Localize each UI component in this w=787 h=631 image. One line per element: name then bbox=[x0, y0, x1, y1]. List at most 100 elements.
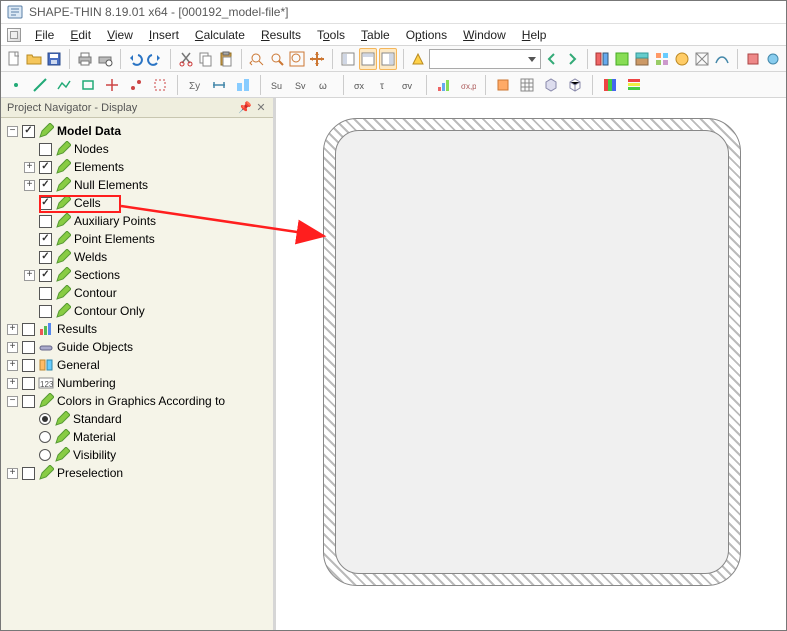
checkbox[interactable] bbox=[39, 287, 52, 300]
collapse-icon[interactable]: − bbox=[7, 396, 18, 407]
tree-aux-points[interactable]: Auxiliary Points bbox=[3, 212, 271, 230]
polyline-tool-button[interactable] bbox=[53, 74, 75, 96]
wire-button[interactable] bbox=[564, 74, 586, 96]
print-button[interactable] bbox=[76, 48, 94, 70]
dd-prev-button[interactable] bbox=[543, 48, 561, 70]
checkbox[interactable] bbox=[39, 233, 52, 246]
tree-results[interactable]: + Results bbox=[3, 320, 271, 338]
checkbox[interactable] bbox=[22, 341, 35, 354]
stress-sv-button[interactable]: Sv bbox=[291, 74, 313, 96]
radio[interactable] bbox=[39, 431, 51, 443]
menu-results[interactable]: Results bbox=[253, 26, 309, 44]
tree-visibility[interactable]: Visibility bbox=[3, 446, 271, 464]
line-tool-button[interactable] bbox=[29, 74, 51, 96]
tree-cells[interactable]: Cells bbox=[3, 194, 271, 212]
axis-button[interactable]: σx,pl bbox=[457, 74, 479, 96]
panel-pin-icon[interactable]: 📌 bbox=[239, 102, 251, 114]
view-mode-1-button[interactable] bbox=[339, 48, 357, 70]
tree-preselection[interactable]: + Preselection bbox=[3, 464, 271, 482]
checkbox[interactable] bbox=[39, 179, 52, 192]
expand-icon[interactable]: + bbox=[7, 378, 18, 389]
checkbox[interactable] bbox=[39, 305, 52, 318]
menu-window[interactable]: Window bbox=[455, 26, 514, 44]
tree-sections[interactable]: + Sections bbox=[3, 266, 271, 284]
dimension-button[interactable] bbox=[208, 74, 230, 96]
copy-button[interactable] bbox=[197, 48, 215, 70]
expand-icon[interactable]: + bbox=[24, 270, 35, 281]
tool-e-button[interactable] bbox=[673, 48, 691, 70]
tool-f-button[interactable] bbox=[693, 48, 711, 70]
tool-2f-button[interactable] bbox=[125, 74, 147, 96]
zoom-extents-button[interactable] bbox=[288, 48, 306, 70]
mesh-button[interactable] bbox=[516, 74, 538, 96]
checkbox[interactable] bbox=[39, 269, 52, 282]
sigma-y-button[interactable]: Σy bbox=[184, 74, 206, 96]
section-button[interactable] bbox=[232, 74, 254, 96]
tree-general[interactable]: + General bbox=[3, 356, 271, 374]
new-button[interactable] bbox=[5, 48, 23, 70]
mdi-restore-icon[interactable] bbox=[7, 28, 21, 42]
expand-icon[interactable]: + bbox=[7, 342, 18, 353]
radio[interactable] bbox=[39, 413, 51, 425]
expand-icon[interactable]: + bbox=[24, 162, 35, 173]
tool-c-button[interactable] bbox=[633, 48, 651, 70]
menu-help[interactable]: Help bbox=[514, 26, 555, 44]
render-button[interactable] bbox=[540, 74, 562, 96]
undo-button[interactable] bbox=[126, 48, 144, 70]
calculate-button[interactable] bbox=[409, 48, 427, 70]
view-mode-2-button[interactable] bbox=[359, 48, 377, 70]
tool-h-button[interactable] bbox=[744, 48, 762, 70]
checkbox[interactable] bbox=[39, 161, 52, 174]
tool-2g-button[interactable] bbox=[149, 74, 171, 96]
zoom-prev-button[interactable] bbox=[248, 48, 266, 70]
checkbox[interactable] bbox=[22, 377, 35, 390]
stress-su-button[interactable]: Su bbox=[267, 74, 289, 96]
tau-button[interactable]: τ bbox=[374, 74, 396, 96]
menu-table[interactable]: Table bbox=[353, 26, 398, 44]
menu-tools[interactable]: Tools bbox=[309, 26, 353, 44]
tree-numbering[interactable]: + 123 Numbering bbox=[3, 374, 271, 392]
model-viewport[interactable] bbox=[276, 98, 786, 630]
radio[interactable] bbox=[39, 449, 51, 461]
tree-contour-only[interactable]: Contour Only bbox=[3, 302, 271, 320]
menu-insert[interactable]: Insert bbox=[141, 26, 187, 44]
checkbox[interactable] bbox=[22, 395, 35, 408]
menu-calculate[interactable]: Calculate bbox=[187, 26, 253, 44]
view-mode-3-button[interactable] bbox=[379, 48, 397, 70]
tree-elements[interactable]: + Elements bbox=[3, 158, 271, 176]
tree-model-data[interactable]: − Model Data bbox=[3, 122, 271, 140]
sigma-x-button[interactable]: σx bbox=[350, 74, 372, 96]
panel-close-icon[interactable]: ✕ bbox=[255, 102, 267, 114]
menu-options[interactable]: Options bbox=[398, 26, 455, 44]
tree-nodes[interactable]: Nodes bbox=[3, 140, 271, 158]
tree-guide-objects[interactable]: + Guide Objects bbox=[3, 338, 271, 356]
checkbox[interactable] bbox=[39, 197, 52, 210]
pan-button[interactable] bbox=[308, 48, 326, 70]
navigator-tree[interactable]: − Model Data Nodes + Elements + Nul bbox=[1, 118, 273, 630]
tool-g-button[interactable] bbox=[713, 48, 731, 70]
checkbox[interactable] bbox=[22, 125, 35, 138]
loadcase-dropdown[interactable] bbox=[429, 49, 540, 69]
tree-null-elements[interactable]: + Null Elements bbox=[3, 176, 271, 194]
tree-colors-group[interactable]: − Colors in Graphics According to bbox=[3, 392, 271, 410]
node-tool-button[interactable] bbox=[5, 74, 27, 96]
tree-welds[interactable]: Welds bbox=[3, 248, 271, 266]
tree-contour[interactable]: Contour bbox=[3, 284, 271, 302]
tool-d-button[interactable] bbox=[653, 48, 671, 70]
checkbox[interactable] bbox=[22, 467, 35, 480]
open-button[interactable] bbox=[25, 48, 43, 70]
rect-tool-button[interactable] bbox=[77, 74, 99, 96]
tree-standard[interactable]: Standard bbox=[3, 410, 271, 428]
checkbox[interactable] bbox=[39, 251, 52, 264]
tree-material[interactable]: Material bbox=[3, 428, 271, 446]
expand-icon[interactable]: + bbox=[7, 468, 18, 479]
expand-icon[interactable]: + bbox=[24, 180, 35, 191]
zoom-button[interactable] bbox=[268, 48, 286, 70]
redo-button[interactable] bbox=[146, 48, 164, 70]
tool-b-button[interactable] bbox=[613, 48, 631, 70]
tree-point-elements[interactable]: Point Elements bbox=[3, 230, 271, 248]
cp-button[interactable] bbox=[492, 74, 514, 96]
tool-a-button[interactable] bbox=[593, 48, 611, 70]
checkbox[interactable] bbox=[39, 215, 52, 228]
legend-button[interactable] bbox=[623, 74, 645, 96]
